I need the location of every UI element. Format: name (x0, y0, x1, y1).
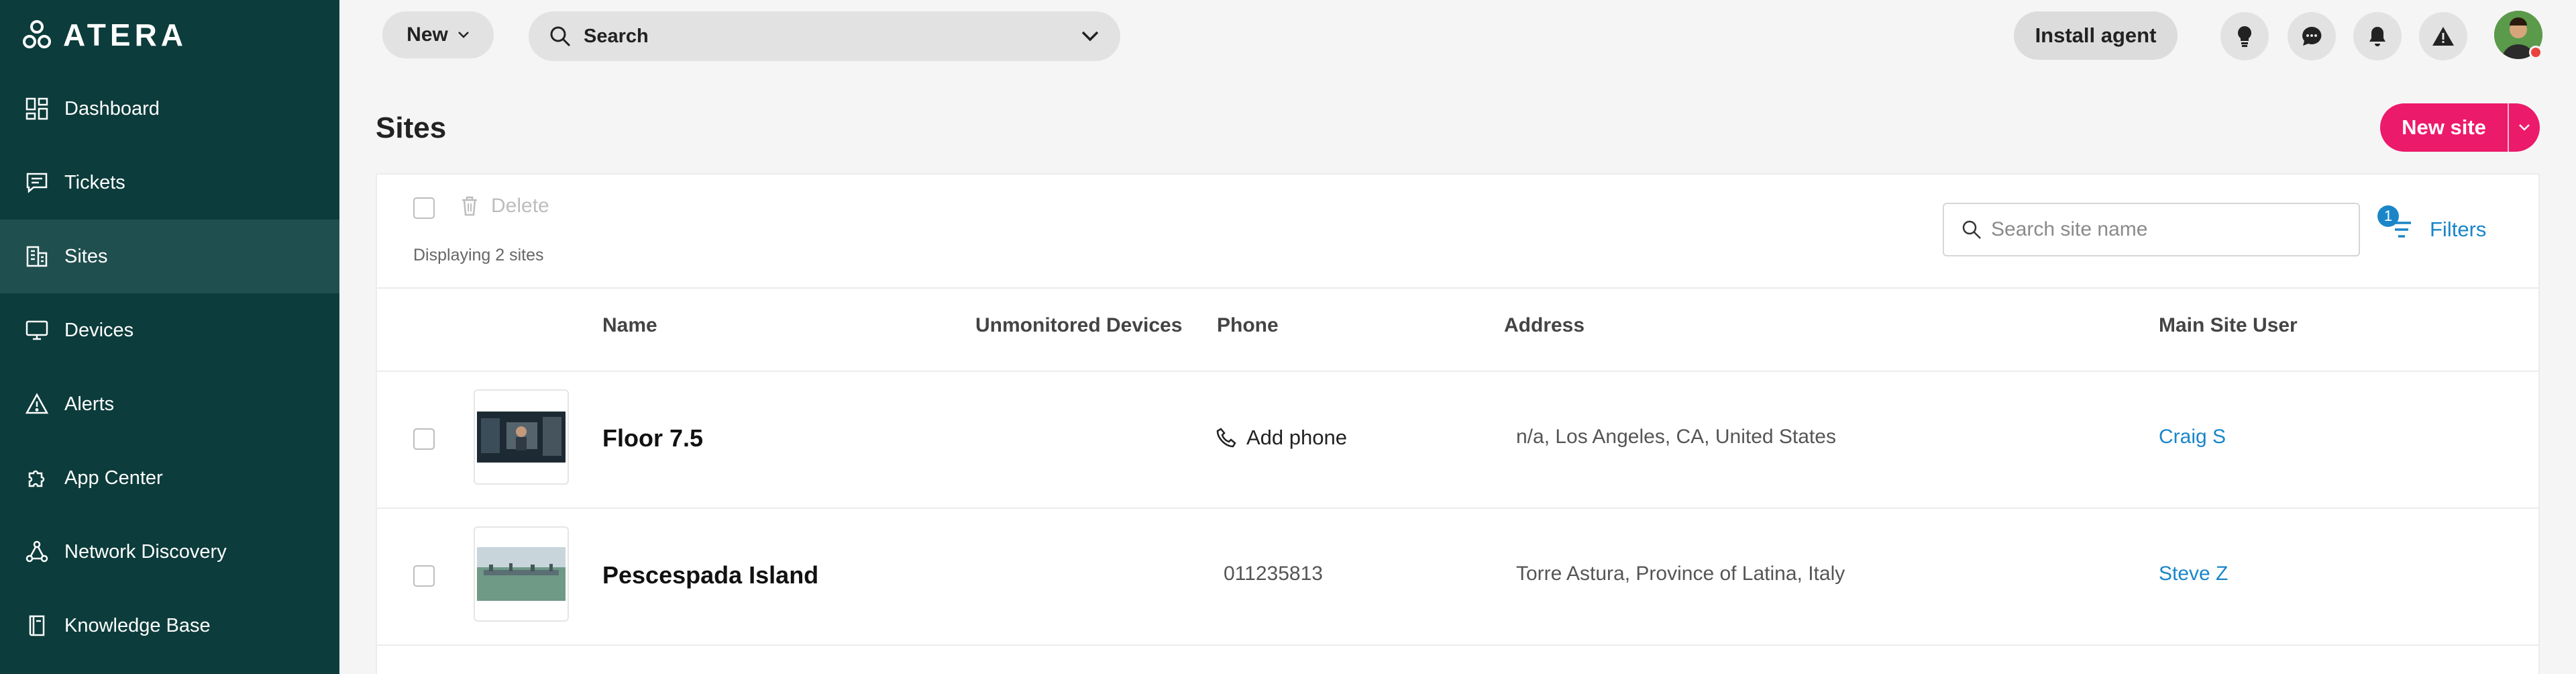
site-photo-icon (477, 547, 566, 601)
sidebar-item-network-discovery[interactable]: Network Discovery (0, 515, 339, 589)
network-discovery-icon (24, 539, 50, 565)
delete-button[interactable]: Delete (460, 195, 549, 218)
column-header-name[interactable]: Name (602, 314, 657, 337)
global-search-label: Search (584, 25, 649, 47)
sidebar-item-sites[interactable]: Sites (0, 220, 339, 293)
sidebar-item-tickets[interactable]: Tickets (0, 146, 339, 220)
site-address: Torre Astura, Province of Latina, Italy (1516, 563, 1845, 585)
column-header-address[interactable]: Address (1504, 314, 1585, 337)
sidebar-item-knowledge-base[interactable]: Knowledge Base (0, 589, 339, 663)
filters-button[interactable]: 1 Filters (2377, 205, 2487, 251)
main-site-user-link[interactable]: Steve Z (2159, 563, 2228, 585)
install-agent-label: Install agent (2035, 23, 2157, 47)
sidebar-item-label: Tickets (64, 171, 125, 193)
dashboard-icon (24, 96, 50, 122)
atera-logo-icon (23, 20, 51, 48)
row-checkbox[interactable] (413, 565, 435, 587)
logo-text: ATERA (63, 17, 188, 52)
search-icon (550, 26, 571, 47)
filter-icon: 1 (2377, 205, 2415, 246)
select-all-checkbox[interactable] (413, 197, 435, 219)
warning-icon (2432, 27, 2454, 46)
sidebar-item-dashboard[interactable]: Dashboard (0, 72, 339, 146)
divider (377, 371, 2538, 372)
atera-logo[interactable]: ATERA (21, 17, 188, 52)
new-site-button[interactable]: New site (2380, 103, 2540, 152)
chevron-down-icon (458, 32, 469, 38)
row-checkbox[interactable] (413, 428, 435, 450)
add-phone-button[interactable]: Add phone (1216, 426, 1347, 450)
column-header-unmonitored[interactable]: Unmonitored Devices (975, 314, 1182, 337)
phone-icon (1216, 428, 1236, 448)
sites-table-card: Delete Displaying 2 sites 1 Filters Name… (376, 173, 2540, 674)
add-phone-label: Add phone (1246, 426, 1347, 449)
divider (377, 287, 2538, 289)
sidebar-item-label: Alerts (64, 393, 115, 415)
app-center-icon (24, 465, 50, 491)
site-thumbnail (474, 526, 569, 622)
site-name[interactable]: Floor 7.5 (602, 424, 703, 452)
results-count: Displaying 2 sites (413, 246, 544, 264)
devices-icon (24, 318, 50, 343)
column-header-main-user[interactable]: Main Site User (2159, 314, 2298, 337)
divider (377, 644, 2538, 646)
main-site-user-link[interactable]: Craig S (2159, 426, 2226, 448)
chat-button[interactable] (2288, 12, 2336, 60)
sidebar: ATERA Dashboard Tickets Sites Devices Al… (0, 0, 339, 674)
site-search-box[interactable] (1943, 203, 2360, 256)
site-name[interactable]: Pescespada Island (602, 561, 818, 589)
global-search[interactable]: Search (529, 11, 1120, 61)
notifications-button[interactable] (2353, 12, 2402, 60)
alerts-button[interactable] (2419, 12, 2467, 60)
sidebar-item-label: Dashboard (64, 97, 160, 119)
tickets-icon (24, 170, 50, 195)
delete-label: Delete (491, 195, 549, 217)
filters-label: Filters (2430, 218, 2487, 241)
sidebar-item-app-center[interactable]: App Center (0, 441, 339, 515)
divider (377, 508, 2538, 509)
chevron-down-icon (2519, 124, 2530, 131)
tips-button[interactable] (2220, 12, 2269, 60)
new-button-label: New (407, 23, 448, 46)
site-photo-icon (477, 412, 566, 463)
site-phone: 011235813 (1224, 563, 1323, 585)
sidebar-item-label: Knowledge Base (64, 614, 211, 636)
alerts-icon (24, 391, 50, 417)
sidebar-item-alerts[interactable]: Alerts (0, 367, 339, 441)
site-address: n/a, Los Angeles, CA, United States (1516, 426, 1836, 448)
search-icon (1962, 220, 1981, 239)
new-site-label: New site (2402, 115, 2486, 139)
chevron-down-icon[interactable] (1081, 31, 1099, 42)
sidebar-item-devices[interactable]: Devices (0, 293, 339, 367)
bell-icon (2369, 27, 2385, 46)
sidebar-item-label: App Center (64, 467, 163, 489)
sidebar-item-label: Devices (64, 319, 134, 341)
status-badge (2529, 46, 2542, 59)
site-search-input[interactable] (1991, 218, 2353, 241)
knowledge-base-icon (24, 613, 50, 638)
filters-count-badge: 1 (2377, 205, 2399, 227)
site-thumbnail (474, 389, 569, 485)
page-title: Sites (376, 111, 447, 144)
chat-icon (2302, 26, 2322, 46)
sidebar-item-label: Sites (64, 245, 108, 267)
lightbulb-icon (2238, 26, 2251, 47)
new-button[interactable]: New (382, 11, 494, 58)
trash-icon (462, 196, 477, 216)
sites-icon (24, 244, 50, 269)
new-site-dropdown[interactable] (2509, 124, 2540, 132)
install-agent-button[interactable]: Install agent (2014, 11, 2178, 60)
sidebar-item-label: Network Discovery (64, 540, 227, 563)
split-divider (2508, 103, 2509, 152)
column-header-phone[interactable]: Phone (1217, 314, 1279, 337)
